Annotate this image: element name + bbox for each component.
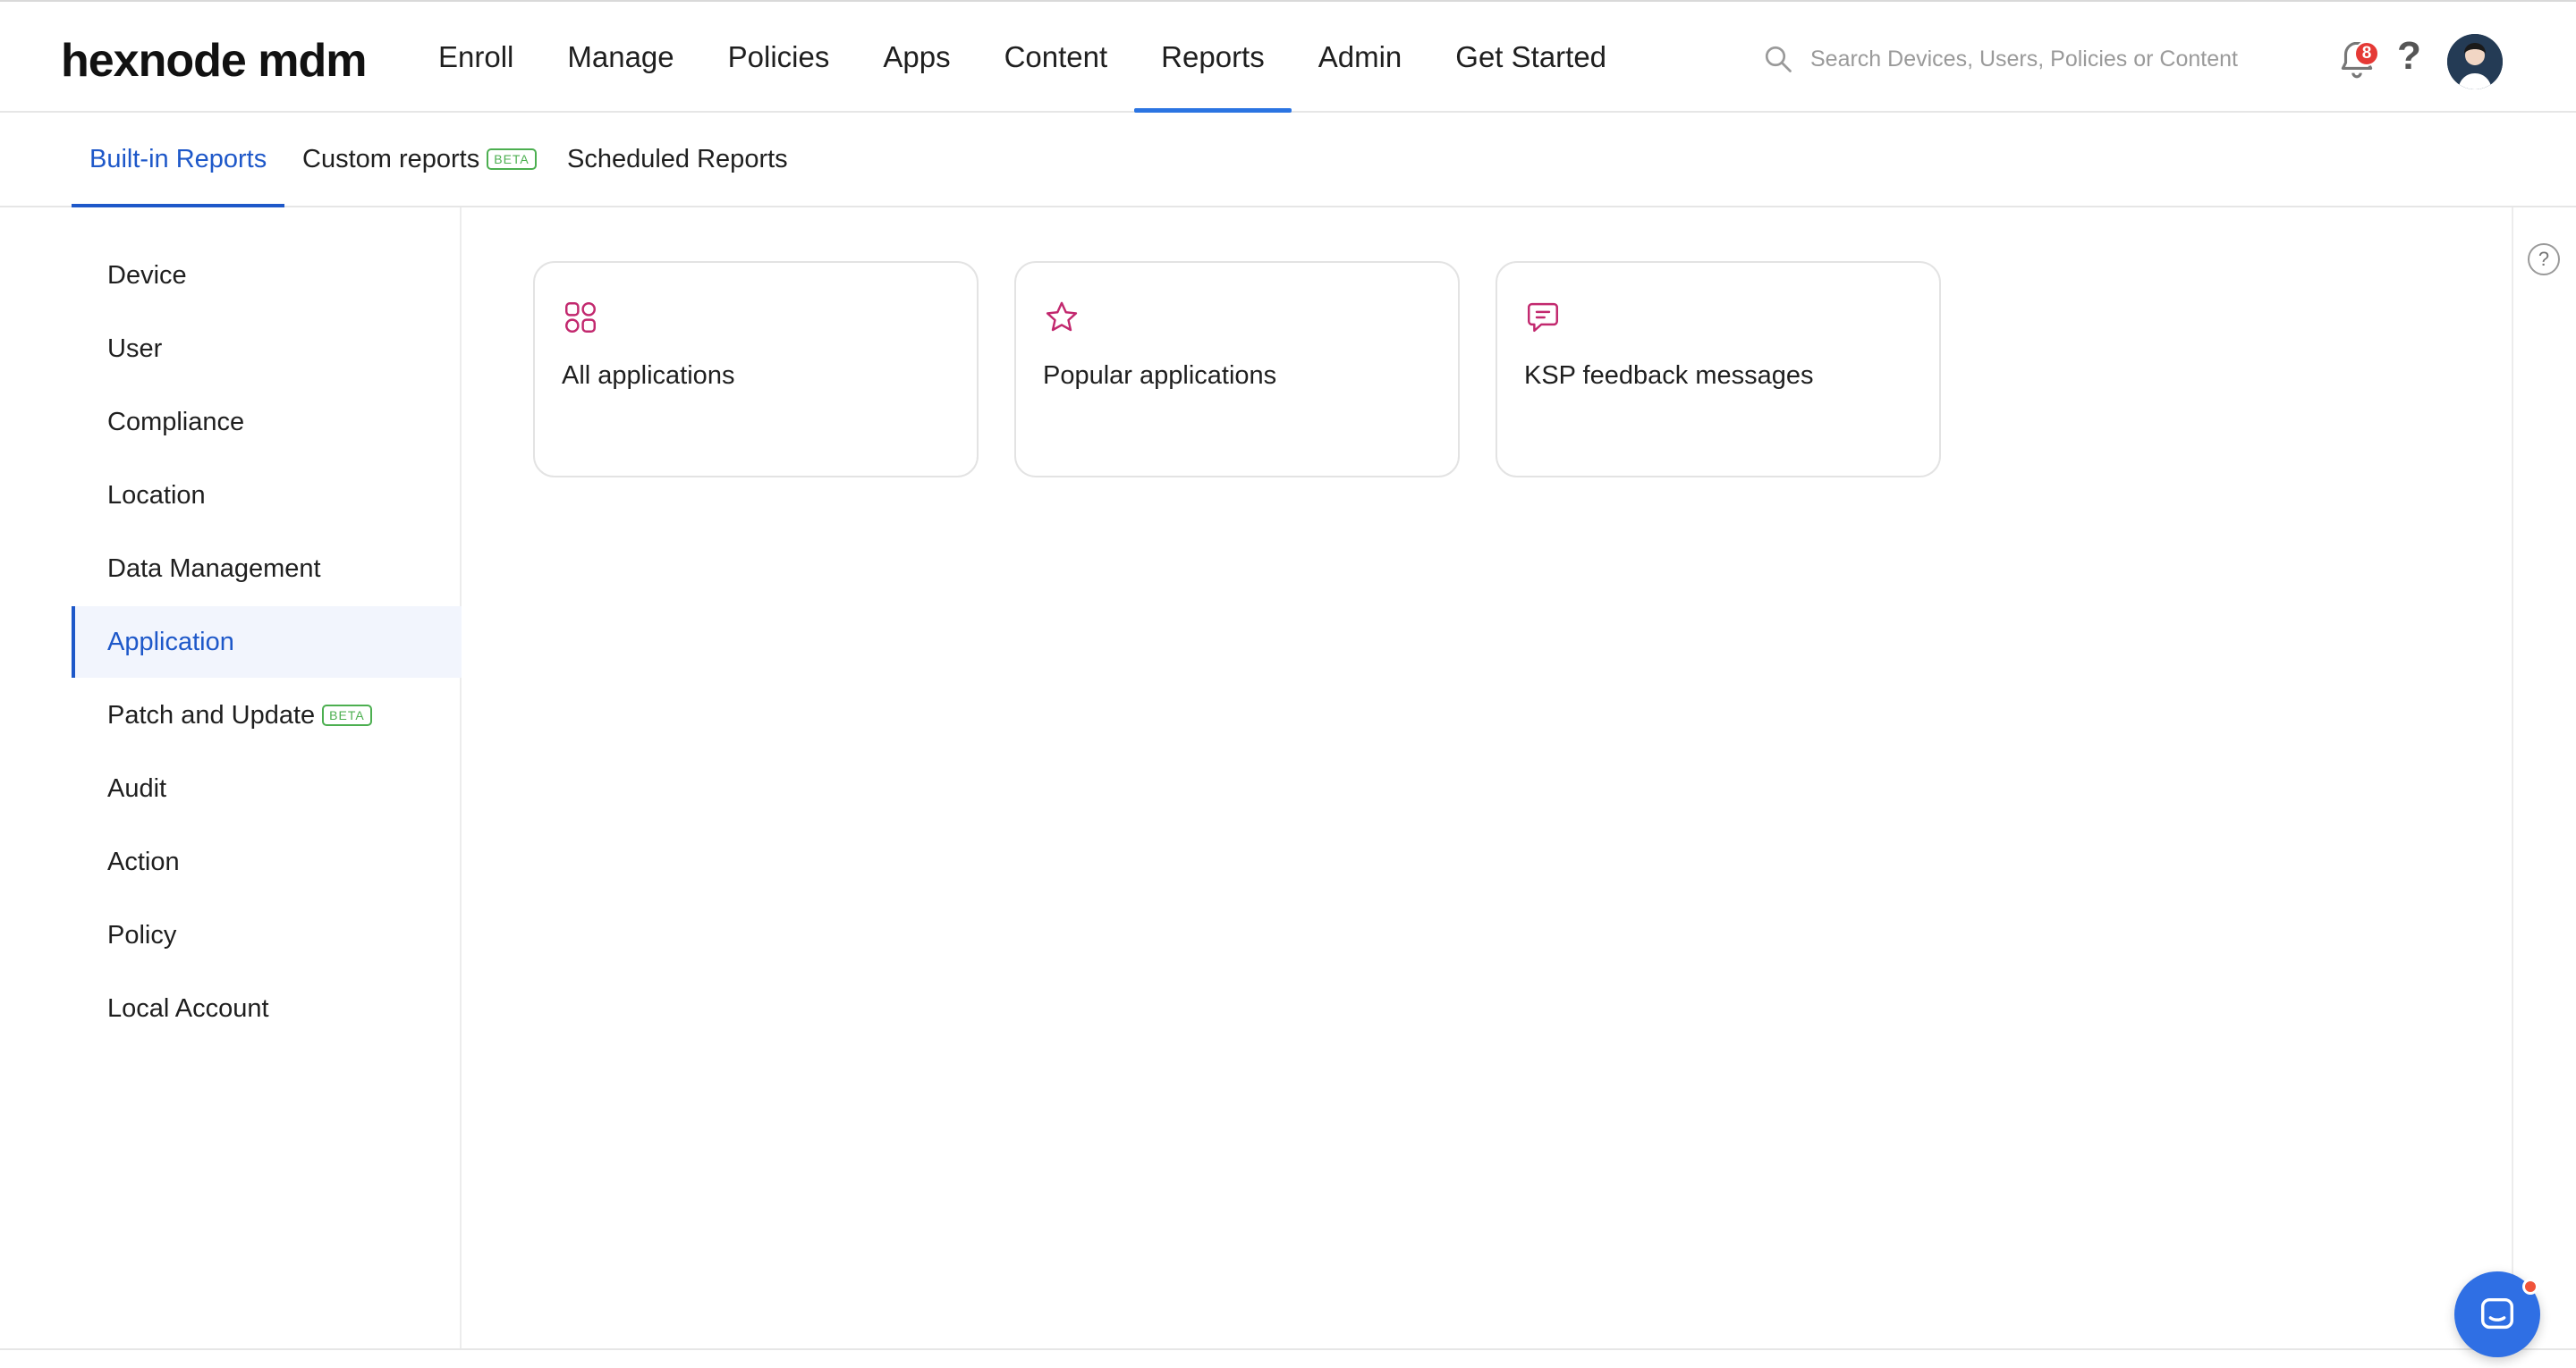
apps-grid-icon [565, 302, 596, 333]
sidebar-item-compliance[interactable]: Compliance [72, 386, 462, 458]
sidebar-item-device[interactable]: Device [72, 240, 462, 311]
star-icon [1046, 301, 1078, 332]
avatar-person-icon [2447, 34, 2503, 89]
nav-apps[interactable]: Apps [856, 2, 977, 113]
sidebar-item-data-management[interactable]: Data Management [72, 533, 462, 604]
footer-divider [0, 1348, 2576, 1350]
sidebar-item-label: Patch and Update [107, 700, 316, 730]
beta-badge: BETA [487, 148, 537, 170]
nav-reports[interactable]: Reports [1134, 2, 1292, 113]
nav-content[interactable]: Content [978, 2, 1135, 113]
card-label: All applications [562, 361, 735, 390]
main-nav: Enroll Manage Policies Apps Content Repo… [411, 2, 1633, 113]
hexnode-logo[interactable]: hexnode mdm [61, 34, 367, 88]
tab-custom-reports[interactable]: Custom reports BETA [302, 113, 537, 206]
sidebar-item-patch-and-update[interactable]: Patch and Update BETA [72, 680, 462, 751]
sidebar-item-policy[interactable]: Policy [72, 899, 462, 971]
beta-badge: BETA [322, 705, 372, 726]
nav-get-started[interactable]: Get Started [1428, 2, 1633, 113]
sidebar-item-audit[interactable]: Audit [72, 753, 462, 824]
report-subtabs: Built-in Reports Custom reports BETA Sch… [0, 113, 2576, 207]
card-label: Popular applications [1043, 361, 1277, 390]
right-panel-divider [2512, 207, 2513, 1348]
tab-scheduled-reports[interactable]: Scheduled Reports [567, 113, 788, 206]
tab-custom-reports-label: Custom reports [302, 144, 480, 173]
notification-count-badge: 8 [2354, 41, 2379, 66]
report-card-all-applications[interactable]: All applications [533, 261, 979, 477]
tab-built-in-reports[interactable]: Built-in Reports [71, 113, 285, 207]
search-icon [1765, 46, 1792, 72]
nav-manage[interactable]: Manage [540, 2, 700, 113]
help-icon[interactable]: ? [2397, 34, 2421, 79]
sidebar-item-application[interactable]: Application [72, 606, 462, 678]
sidebar-item-action[interactable]: Action [72, 826, 462, 898]
user-avatar[interactable] [2447, 34, 2503, 89]
sidebar-item-local-account[interactable]: Local Account [72, 973, 462, 1044]
help-circle-icon[interactable]: ? [2528, 243, 2560, 275]
nav-admin[interactable]: Admin [1292, 2, 1429, 113]
top-navigation-bar: hexnode mdm Enroll Manage Policies Apps … [0, 0, 2576, 113]
chat-unread-dot [2522, 1279, 2538, 1295]
report-card-popular-applications[interactable]: Popular applications [1014, 261, 1460, 477]
nav-enroll[interactable]: Enroll [411, 2, 540, 113]
chat-icon [2480, 1297, 2514, 1330]
global-search [1762, 39, 2263, 79]
search-input[interactable] [1810, 46, 2240, 72]
report-card-ksp-feedback-messages[interactable]: KSP feedback messages [1496, 261, 1941, 477]
nav-policies[interactable]: Policies [701, 2, 857, 113]
sidebar-item-user[interactable]: User [72, 313, 462, 384]
sidebar-item-location[interactable]: Location [72, 460, 462, 531]
card-label: KSP feedback messages [1524, 361, 1814, 390]
message-icon [1528, 302, 1558, 333]
report-category-sidebar: Device User Compliance Location Data Man… [0, 207, 462, 1348]
